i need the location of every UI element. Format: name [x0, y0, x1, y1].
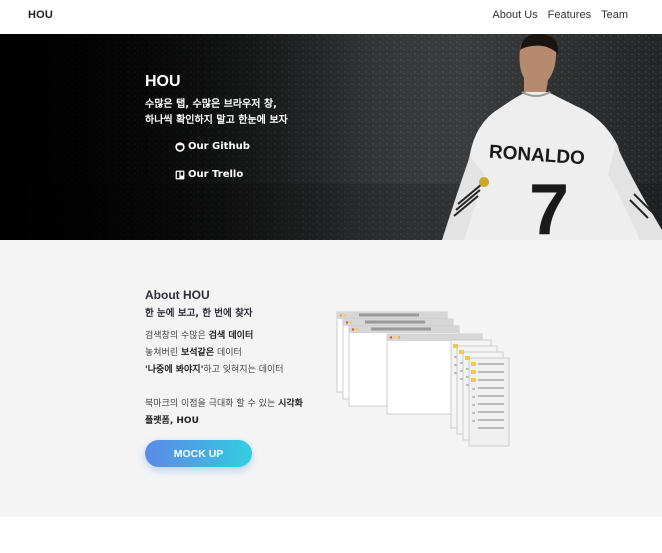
about-line-1: 검색창의 수많은 검색 데이터 [145, 328, 303, 345]
trello-label: Our Trello [188, 169, 244, 180]
about-line-1-bold: 검색 데이터 [208, 331, 254, 341]
about-line-4: 북마크의 이점을 극대화 할 수 있는 시각화 [145, 396, 303, 413]
jersey-number: 7 [529, 170, 569, 240]
hero-subtitle: 수많은 탭, 수많은 브라우저 창, 하나씩 확인하지 말고 한눈에 보자 [145, 97, 288, 129]
about-line-5-bold: 플랫폼, HOU [145, 416, 199, 426]
about-line-2-bold: 보석같은 [180, 348, 215, 358]
about-line-4-text: 북마크의 이점을 극대화 할 수 있는 [145, 399, 279, 409]
nav-link-features[interactable]: Features [548, 9, 591, 21]
nav-links: About Us Features Team [492, 9, 628, 21]
about-line-1-text: 검색창의 수많은 [145, 331, 209, 341]
about-line-3-bold: '나중에 봐야지' [145, 365, 204, 375]
about-line-3: '나중에 봐야지'하고 잊혀지는 데이터 [145, 362, 303, 379]
about-section: About HOU 한 눈에 보고, 한 번에 찾자 검색창의 수많은 검색 데… [0, 240, 662, 517]
nav-link-team[interactable]: Team [601, 9, 628, 21]
github-label: Our Github [188, 141, 250, 152]
footer-strip [0, 517, 662, 553]
about-title: About HOU [145, 288, 210, 302]
about-line-5: 플랫폼, HOU [145, 413, 303, 430]
about-line-3-text: 하고 잊혀지는 데이터 [203, 365, 284, 375]
about-line-4-bold: 시각화 [278, 399, 303, 409]
github-icon [175, 141, 185, 152]
hero-title: HOU [145, 73, 181, 90]
nav-link-about-us[interactable]: About Us [492, 9, 537, 21]
about-description: 검색창의 수많은 검색 데이터 놓쳐버린 보석같은 데이터 '나중에 봐야지'하… [145, 328, 303, 430]
player-image: RONALDO 7 [442, 34, 662, 240]
trello-icon [175, 170, 185, 179]
about-subtitle: 한 눈에 보고, 한 번에 찾자 [145, 308, 253, 319]
about-line-2-text: 놓쳐버린 [145, 348, 181, 358]
hero-subtitle-line1: 수많은 탭, 수많은 브라우저 창, [145, 99, 277, 110]
mock-up-button[interactable]: MOCK UP [145, 440, 252, 467]
trello-link[interactable]: Our Trello [175, 169, 243, 180]
hero-section: RONALDO 7 HOU 수많은 탭, 수많은 브라우저 창, 하나씩 확인하… [0, 34, 662, 240]
about-line-2: 놓쳐버린 보석같은 데이터 [145, 345, 303, 362]
brand-logo[interactable]: HOU [28, 9, 53, 21]
navbar: HOU About Us Features Team [0, 0, 662, 34]
browser-windows-illustration [336, 311, 510, 447]
bookmark-panels [450, 339, 510, 447]
hero-subtitle-line2: 하나씩 확인하지 말고 한눈에 보자 [145, 115, 288, 126]
about-line-2-post: 데이터 [214, 348, 242, 358]
github-link[interactable]: Our Github [175, 141, 250, 152]
